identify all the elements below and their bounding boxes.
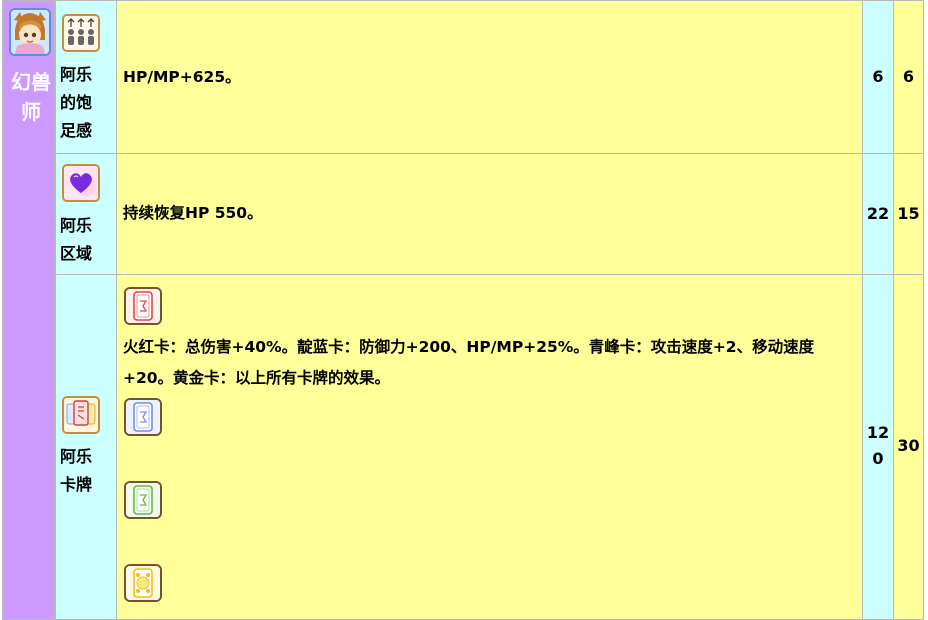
skill-name-line: 区域 (60, 244, 93, 263)
skill-name-line: 阿乐 (60, 447, 93, 466)
skill-name-line: 卡牌 (60, 475, 93, 494)
skill-description: HP/MP+625。 (123, 68, 241, 86)
skill-value-b: 15 (897, 204, 920, 223)
green-card-icon (124, 481, 162, 519)
skill-name: 阿乐 的饱 足感 (60, 61, 114, 145)
class-cell: 幻兽 师 (2, 0, 55, 620)
class-name: 幻兽 师 (7, 67, 55, 127)
skill-name: 阿乐 区域 (60, 212, 114, 268)
crowd-arrows-icon (62, 14, 100, 52)
card-icon (62, 396, 100, 434)
skill-description: 持续恢复HP 550。 (123, 204, 263, 222)
skill-value-a-line: 0 (872, 449, 884, 468)
class-name-line-2: 师 (21, 100, 41, 124)
skill-value-a: 6 (872, 67, 884, 86)
skill-value-b: 6 (902, 67, 915, 86)
skill-desc-cell (116, 274, 863, 620)
skill-value-b: 30 (897, 436, 920, 455)
blue-card-icon (124, 398, 162, 436)
skill-value-a: 22 (866, 204, 890, 223)
skill-table: 幻兽 师 阿乐 的饱 足感 HP/MP+625。 6 6 阿乐 区域 持续恢复H… (0, 0, 928, 620)
red-card-icon (124, 287, 162, 325)
gold-card-icon (124, 564, 162, 602)
skill-description-line: +20。黄金卡：以上所有卡牌的效果。 (123, 369, 391, 387)
skill-description-line: 火红卡：总伤害+40%。靛蓝卡：防御力+200、HP/MP+25%。青峰卡：攻击… (123, 338, 815, 356)
skill-description: 火红卡：总伤害+40%。靛蓝卡：防御力+200、HP/MP+25%。青峰卡：攻击… (123, 332, 814, 394)
class-portrait-icon (9, 8, 51, 56)
skill-value-a: 12 0 (862, 420, 894, 472)
skill-name: 阿乐 卡牌 (60, 443, 114, 499)
skill-name-line: 阿乐 (60, 65, 93, 84)
skill-value-a-line: 12 (866, 423, 890, 442)
skill-name-line: 的饱 (60, 93, 93, 112)
class-name-line-1: 幻兽 (11, 70, 51, 94)
heart-zone-icon (62, 164, 100, 202)
skill-name-line: 阿乐 (60, 216, 93, 235)
skill-name-line: 足感 (60, 121, 93, 140)
